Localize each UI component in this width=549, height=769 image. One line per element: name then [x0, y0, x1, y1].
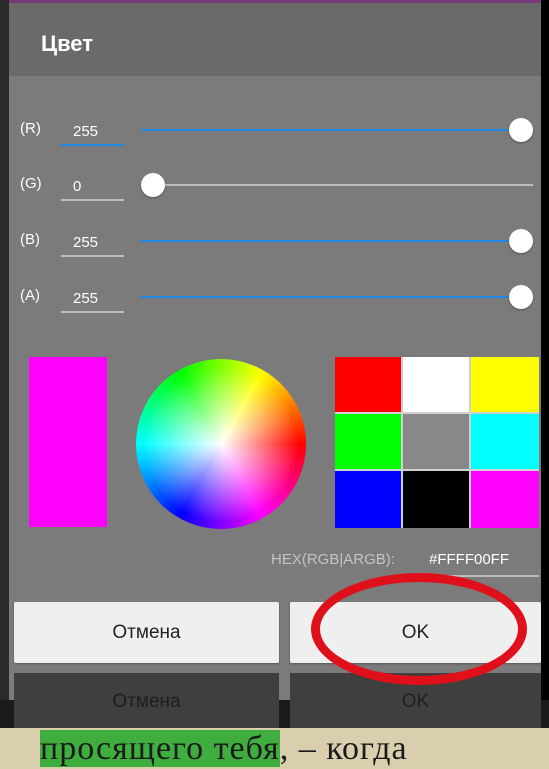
channel-row-blue: (B) 255: [9, 229, 541, 271]
color-preview-swatch: [29, 357, 107, 527]
background-text-rest: , – когда: [279, 730, 408, 767]
channel-value-blue[interactable]: 255: [61, 233, 124, 257]
slider-rest: [153, 184, 533, 186]
channel-slider-green[interactable]: [141, 173, 533, 197]
channel-value-underline: [61, 144, 124, 146]
background-text-highlighted: просящего тебя: [40, 730, 280, 767]
slider-knob[interactable]: [509, 285, 533, 309]
underlay-cancel-button: Отмена: [14, 673, 279, 731]
channel-value-underline: [61, 255, 124, 257]
slider-knob[interactable]: [141, 173, 165, 197]
dialog-header: Цвет: [9, 3, 541, 76]
background-text: просящего тебя, – когда: [40, 728, 408, 769]
channel-label-green: (G): [20, 175, 42, 192]
hex-label: HEX(RGB|ARGB):: [271, 551, 395, 568]
color-palette-grid: [335, 357, 539, 528]
palette-swatch-green[interactable]: [335, 414, 401, 469]
channel-slider-alpha[interactable]: [141, 285, 533, 309]
channel-slider-red[interactable]: [141, 118, 533, 142]
palette-swatch-cyan[interactable]: [471, 414, 539, 469]
right-edge: [541, 0, 549, 700]
left-edge: [0, 0, 9, 700]
palette-swatch-magenta[interactable]: [471, 471, 539, 528]
channel-label-alpha: (A): [20, 287, 40, 304]
channel-label-blue: (B): [20, 231, 40, 248]
channel-value-underline: [61, 199, 124, 201]
channel-slider-blue[interactable]: [141, 229, 533, 253]
slider-fill: [141, 240, 521, 242]
channel-row-red: (R) 255: [9, 118, 541, 160]
dialog-title: Цвет: [41, 31, 94, 56]
palette-swatch-black[interactable]: [403, 471, 469, 528]
channel-value-green[interactable]: 0: [61, 177, 124, 201]
slider-fill: [141, 296, 521, 298]
channel-value-alpha[interactable]: 255: [61, 289, 124, 313]
palette-swatch-blue[interactable]: [335, 471, 401, 528]
hex-input[interactable]: #FFFF00FF: [423, 551, 539, 568]
palette-swatch-white[interactable]: [403, 357, 469, 412]
highlight-annotation-oval: [311, 573, 527, 685]
slider-fill: [141, 129, 521, 131]
palette-swatch-yellow[interactable]: [471, 357, 539, 412]
channel-row-alpha: (A) 255: [9, 285, 541, 327]
slider-knob[interactable]: [509, 118, 533, 142]
slider-knob[interactable]: [509, 229, 533, 253]
channel-value-red[interactable]: 255: [61, 122, 124, 146]
channel-label-red: (R): [20, 120, 41, 137]
palette-swatch-gray[interactable]: [403, 414, 469, 469]
color-wheel[interactable]: [136, 359, 306, 529]
palette-swatch-red[interactable]: [335, 357, 401, 412]
cancel-button[interactable]: Отмена: [14, 602, 279, 663]
channel-row-green: (G) 0: [9, 173, 541, 215]
channel-value-underline: [61, 311, 124, 313]
